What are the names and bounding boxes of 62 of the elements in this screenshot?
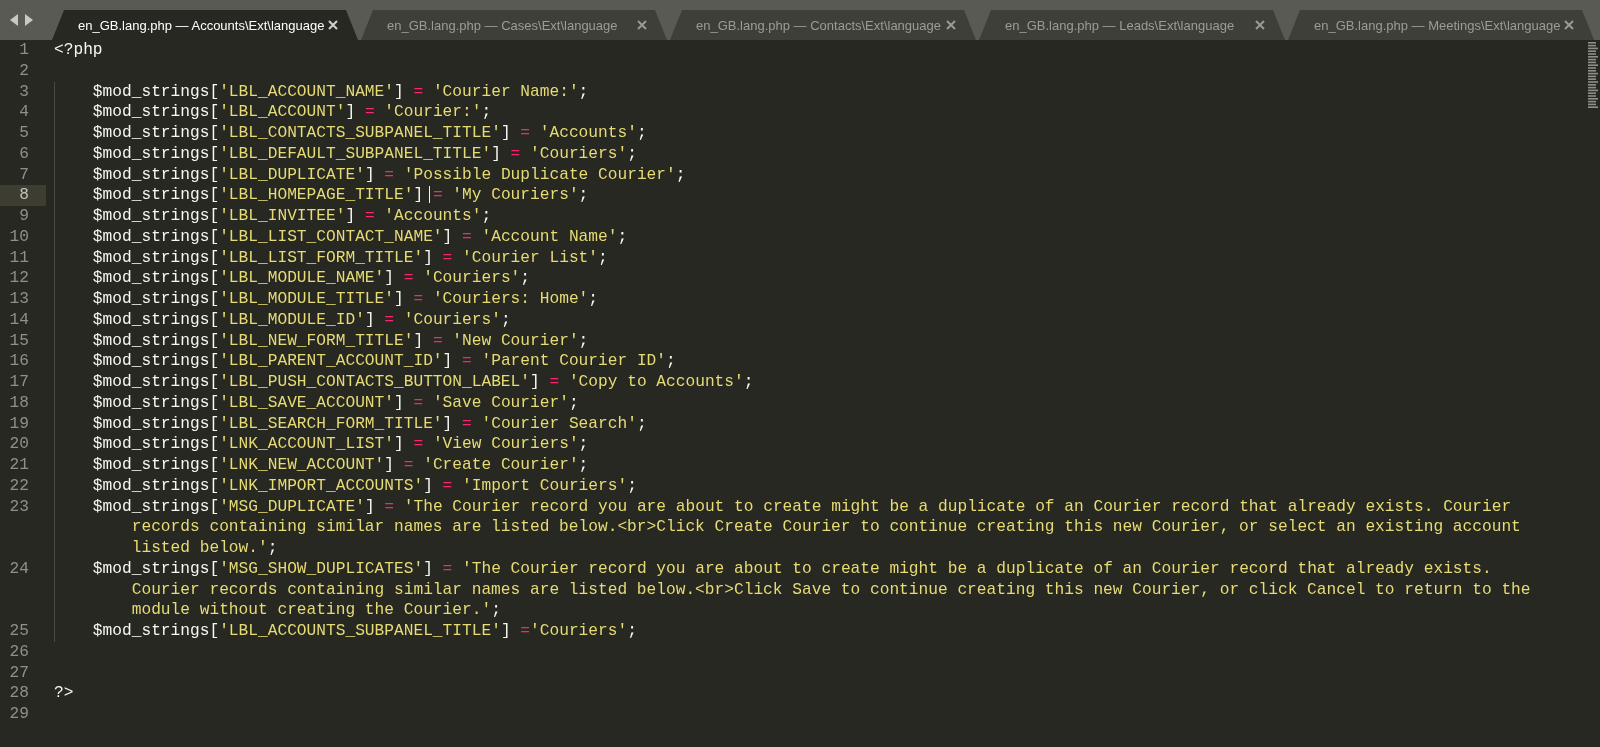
code-line: $mod_strings['LBL_PUSH_CONTACTS_BUTTON_LABEL'] = 'Copy to Accounts'; [92,373,754,391]
line-number: 23 [8,496,30,518]
code-line: ?> [54,684,74,703]
code-line: $mod_strings['LBL_MODULE_ID'] = 'Couriers'; [92,310,511,329]
line-number: 16 [8,351,30,372]
code-line: $mod_strings['LBL_DUPLICATE'] = 'Possible Duplicate Courier'; [92,165,686,184]
line-number: 5 [18,123,30,144]
line-number: 7 [18,164,30,186]
line-number: 21 [8,455,30,476]
code-line: $mod_strings['MSG_SHOW_DUPLICATES'] = 'The Courier record you are about to create might be a duplicate of an Courier record that already exists. Courier records containing similar names are listed below.<br>Click Save to continue creating this new Courier, or click Cancel to return to the module without creating the Courier.'; [92,559,1532,620]
code-line: $mod_strings['LBL_MODULE_TITLE'] = 'Couriers: Home'; [92,290,599,308]
code-line: $mod_strings['LBL_ACCOUNT_NAME'] = 'Courier Name:'; [92,82,589,101]
forward-arrow-icon[interactable] [24,14,33,26]
line-number: 6 [18,143,30,165]
code-line: $mod_strings['LNK_IMPORT_ACCOUNTS'] = 'Import Couriers'; [92,476,637,495]
line-number: 11 [8,247,30,269]
code-line: $mod_strings['LBL_SEARCH_FORM_TITLE'] = 'Courier Search'; [92,414,647,433]
editor-tab[interactable]: en_GB.lang.php — Accounts\Ext\language [52,10,358,40]
line-number: 3 [18,81,30,103]
code-line: $mod_strings['LBL_CONTACTS_SUBPANEL_TITLE'] = 'Accounts'; [92,124,647,142]
editor-tab[interactable]: en_GB.lang.php — Contacts\Ext\language [670,10,976,40]
line-number: 20 [8,434,30,455]
line-number: 28 [8,683,30,704]
editor-tab[interactable]: en_GB.lang.php — Leads\Ext\language [979,10,1285,40]
code-line: $mod_strings['LBL_ACCOUNT'] = 'Courier:'; [92,103,492,122]
line-number: 8 [0,185,46,206]
code-line: $mod_strings['LBL_SAVE_ACCOUNT'] = 'Save Courier'; [92,393,579,412]
code-line: <?php [54,41,103,59]
line-number: 26 [8,641,30,663]
code-line: $mod_strings['LBL_DEFAULT_SUBPANEL_TITLE'] = 'Couriers'; [92,144,637,163]
back-arrow-icon[interactable] [10,14,19,26]
line-number: 24 [8,558,30,580]
line-number: 9 [18,206,30,227]
editor-tab[interactable]: en_GB.lang.php — Cases\Ext\language [361,10,667,40]
code-line: $mod_strings['LBL_LIST_CONTACT_NAME'] = 'Account Name'; [92,227,628,246]
line-number: 19 [8,413,30,435]
code-line: $mod_strings['LNK_ACCOUNT_LIST'] = 'View Couriers'; [92,435,589,454]
line-number: 17 [8,372,30,393]
line-number: 27 [8,662,30,684]
line-number: 25 [8,621,30,642]
line-number: 2 [18,60,30,82]
code-line: $mod_strings['LBL_NEW_FORM_TITLE'] = 'New Courier'; [92,331,589,350]
line-number: 1 [18,40,30,61]
line-number: 14 [8,309,30,331]
code-line: $mod_strings['LBL_ACCOUNTS_SUBPANEL_TITLE'] ='Couriers'; [92,622,637,640]
line-number: 15 [8,330,30,352]
line-number: 29 [8,704,30,725]
code-line: $mod_strings['LBL_INVITEE'] = 'Accounts'; [92,207,492,225]
code-line: $mod_strings['LNK_NEW_ACCOUNT'] = 'Create Courier'; [92,456,589,474]
line-number: 12 [8,268,30,289]
line-number: 10 [8,226,30,248]
line-number: 13 [8,289,30,310]
line-number: 18 [8,392,30,414]
line-number: 22 [8,475,30,497]
code-line: $mod_strings['LBL_HOMEPAGE_TITLE'] = 'My Couriers'; [92,186,589,205]
code-line: $mod_strings['LBL_MODULE_NAME'] = 'Couriers'; [92,269,531,288]
line-number: 4 [18,102,30,123]
close-icon[interactable] [328,20,338,30]
code-line: $mod_strings['MSG_DUPLICATE'] = 'The Courier record you are about to create might be a duplicate of an Courier record that already exists. Courier records containing similar names are listed below.<br>Click Create Courier to continue creating this new Courier, or select an existing account listed below.'; [92,497,1522,557]
editor-tab[interactable]: en_GB.lang.php — Meetings\Ext\language [1288,10,1594,40]
code-line: $mod_strings['LBL_LIST_FORM_TITLE'] = 'Courier List'; [92,248,608,267]
code-line: $mod_strings['LBL_PARENT_ACCOUNT_ID'] = 'Parent Courier ID'; [92,352,676,371]
